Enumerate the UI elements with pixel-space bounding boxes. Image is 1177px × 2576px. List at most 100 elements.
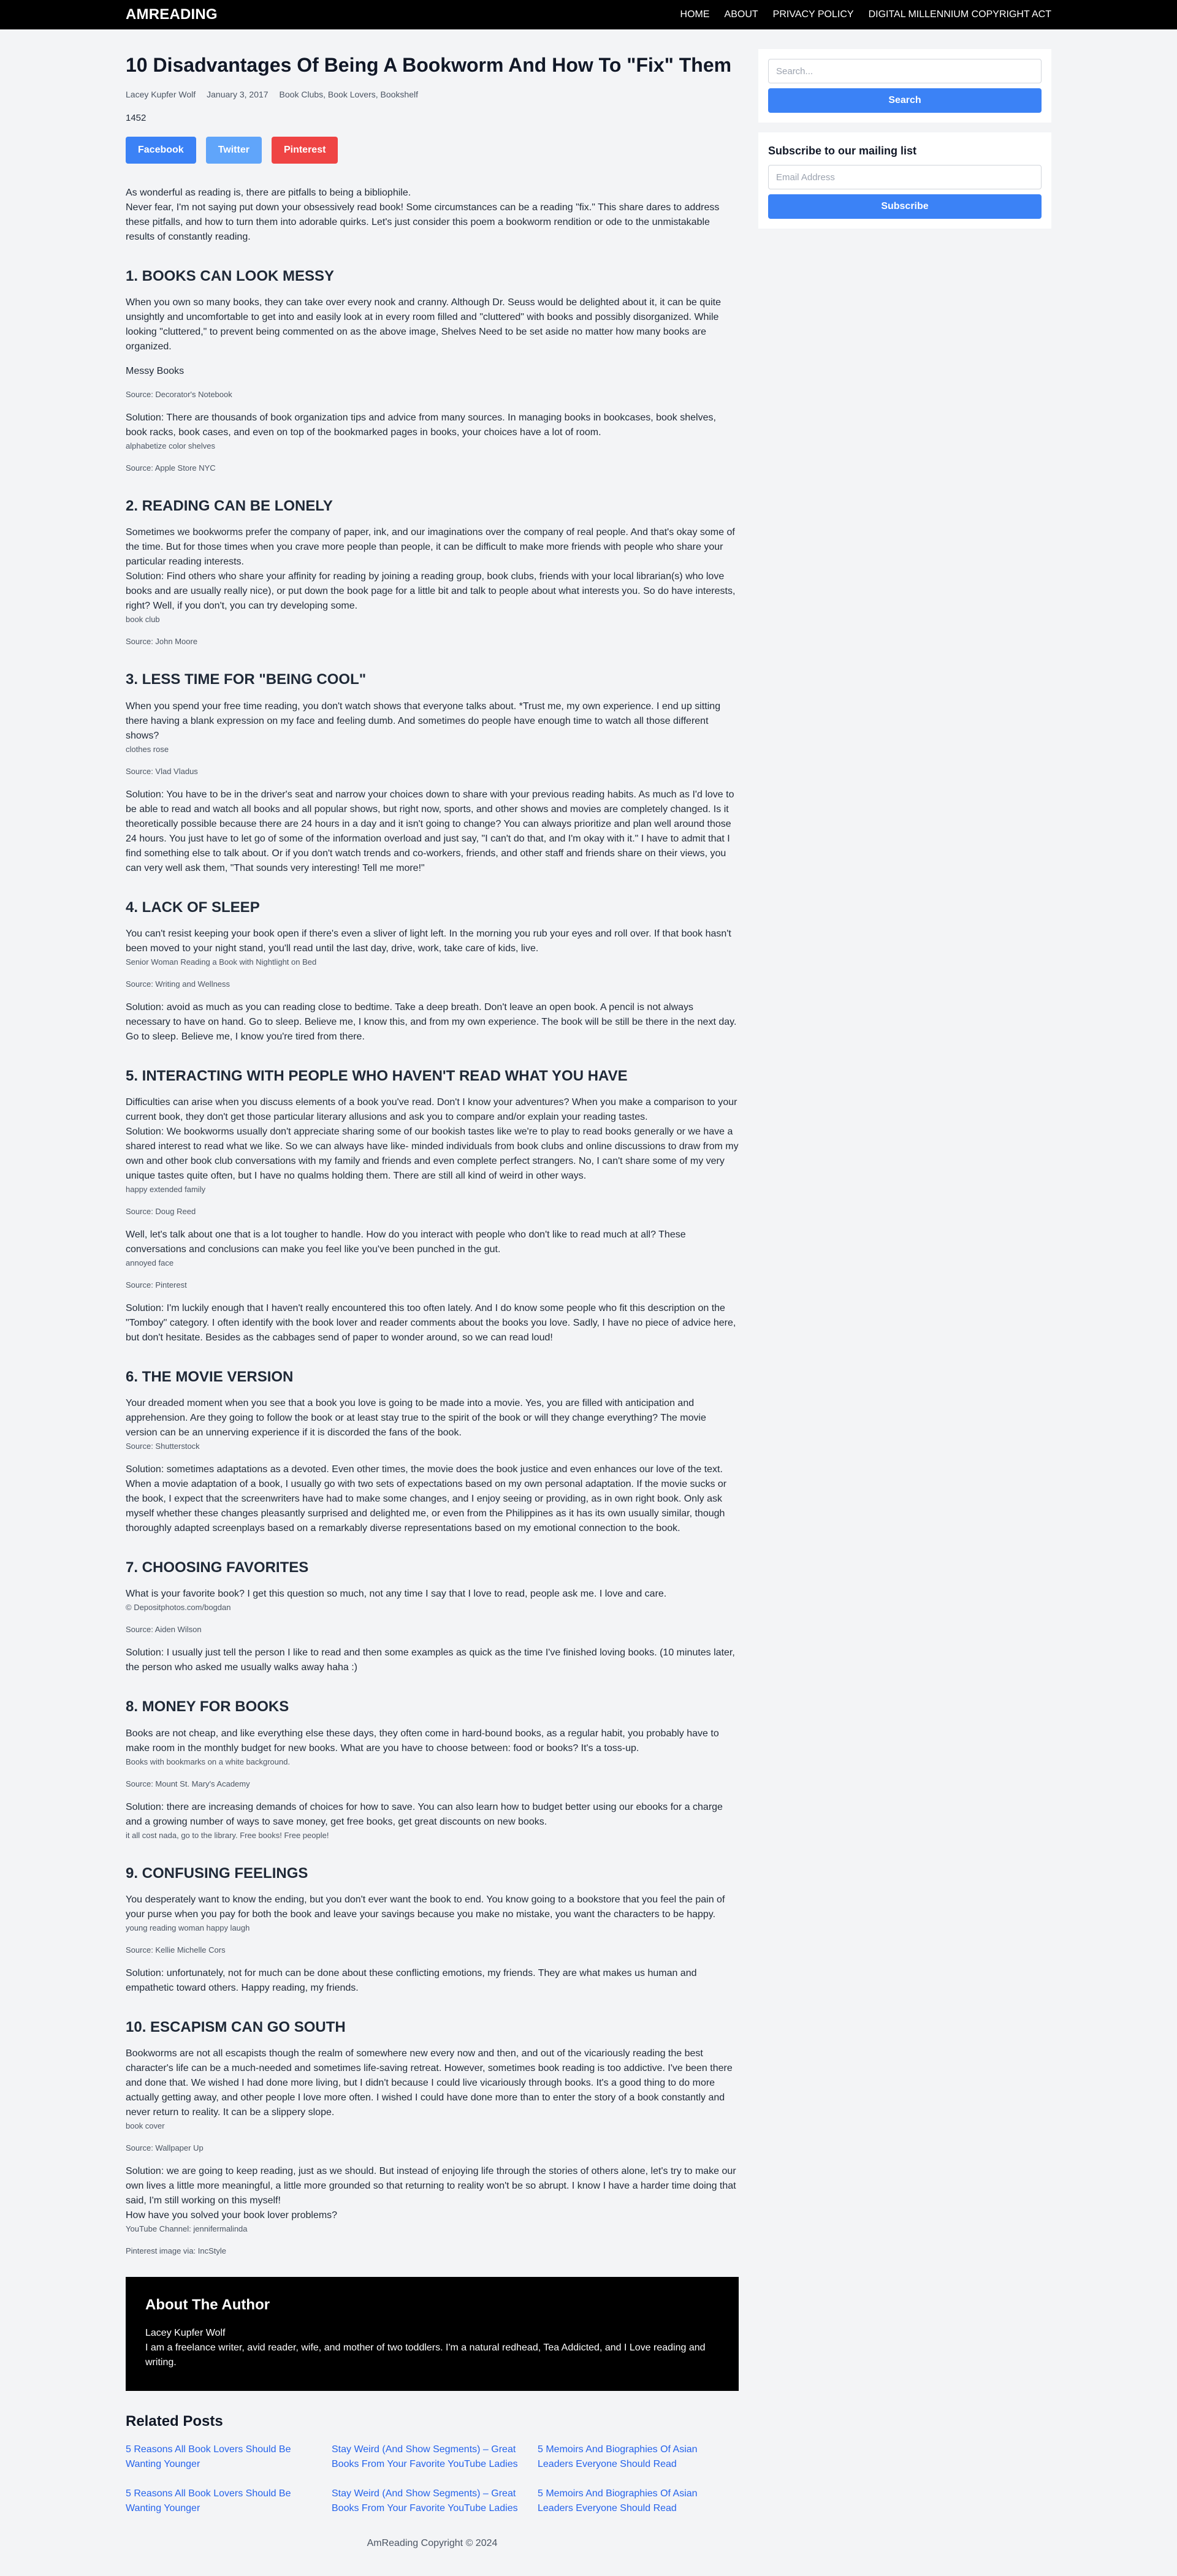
section-heading: 4. LACK OF SLEEP: [126, 899, 260, 916]
image-caption: happy extended family: [126, 1184, 206, 1194]
image-source: Source: Mount St. Mary's Academy: [126, 1779, 250, 1788]
main-nav: HOME ABOUT PRIVACY POLICY DIGITAL MILLEN…: [680, 9, 1051, 20]
nav-dmca[interactable]: DIGITAL MILLENNIUM COPYRIGHT ACT: [869, 9, 1051, 20]
paragraph: Solution: I usually just tell the person…: [126, 1647, 735, 1673]
copyright-text: AmReading Copyright © 2024: [367, 2537, 498, 2548]
paragraph: Your dreaded moment when you see that a …: [126, 1398, 706, 1438]
main-content: 10 Disadvantages Of Being A Bookworm And…: [126, 49, 739, 2576]
article-date: January 3, 2017: [207, 89, 269, 99]
image-caption: book club: [126, 615, 160, 625]
paragraph: Solution: You have to be in the driver's…: [126, 789, 734, 873]
paragraph: What is your favorite book? I get this q…: [126, 1589, 667, 1600]
image-source: Source: Apple Store NYC: [126, 463, 216, 473]
related-posts: Related Posts 5 Reasons All Book Lovers …: [126, 2413, 739, 2516]
search-widget: Search: [758, 49, 1051, 123]
section-heading: 7. CHOOSING FAVORITES: [126, 1559, 309, 1576]
intro-paragraph: Never fear, I'm not saying put down your…: [126, 202, 720, 242]
image-source: Source: Aiden Wilson: [126, 1625, 202, 1635]
related-post-link[interactable]: Stay Weird (And Show Segments) – Great B…: [332, 2487, 528, 2516]
section-heading: 6. THE MOVIE VERSION: [126, 1368, 294, 1385]
nav-privacy-policy[interactable]: PRIVACY POLICY: [773, 9, 854, 20]
nav-about[interactable]: ABOUT: [725, 9, 758, 20]
email-field[interactable]: [768, 165, 1042, 189]
image-caption: book cover: [126, 2121, 165, 2130]
paragraph: Solution: We bookworms usually don't app…: [126, 1126, 739, 1181]
image-source: Source: Shutterstock: [126, 1442, 200, 1451]
author-bio: I am a freelance writer, avid reader, wi…: [145, 2342, 706, 2368]
site-footer: AmReading Copyright © 2024: [126, 2516, 739, 2576]
paragraph: Solution: sometimes adaptations as a dev…: [126, 1464, 727, 1534]
about-author-box: About The Author Lacey Kupfer Wolf I am …: [126, 2276, 739, 2391]
section-heading: 3. LESS TIME FOR "BEING COOL": [126, 671, 367, 688]
article-body: As wonderful as reading is, there are pi…: [126, 186, 739, 2257]
paragraph: Messy Books: [126, 366, 185, 377]
image-source: Source: Wallpaper Up: [126, 2143, 204, 2152]
paragraph: When you own so many books, they can tak…: [126, 297, 721, 352]
paragraph: You can't resist keeping your book open …: [126, 928, 731, 954]
image-caption: Senior Woman Reading a Book with Nightli…: [126, 957, 317, 967]
paragraph: Solution: avoid as much as you can readi…: [126, 1001, 737, 1042]
paragraph: Solution: I'm luckily enough that I have…: [126, 1302, 736, 1343]
related-post-link[interactable]: Stay Weird (And Show Segments) – Great B…: [332, 2442, 528, 2472]
paragraph: Solution: There are thousands of book or…: [126, 412, 716, 438]
site-header: AMREADING HOME ABOUT PRIVACY POLICY DIGI…: [0, 0, 1177, 29]
nav-home[interactable]: HOME: [680, 9, 710, 20]
related-post-link[interactable]: 5 Memoirs And Biographies Of Asian Leade…: [538, 2487, 734, 2516]
section-heading: 2. READING CAN BE LONELY: [126, 498, 333, 515]
image-source: Source: Pinterest: [126, 1280, 187, 1290]
image-source: Pinterest image via: IncStyle: [126, 2246, 227, 2255]
paragraph: Well, let's talk about one that is a lot…: [126, 1229, 686, 1255]
about-author-heading: About The Author: [145, 2296, 270, 2313]
section-heading: 9. CONFUSING FEELINGS: [126, 1864, 308, 1882]
image-source: Source: Writing and Wellness: [126, 979, 230, 989]
image-source: Source: John Moore: [126, 637, 198, 647]
image-source: Source: Kellie Michelle Cors: [126, 1945, 226, 1955]
image-caption: annoyed face: [126, 1258, 174, 1267]
image-caption: it all cost nada, go to the library. Fre…: [126, 1830, 329, 1840]
intro-line: As wonderful as reading is, there are pi…: [126, 188, 411, 198]
paragraph: Bookworms are not all escapists though t…: [126, 2048, 733, 2118]
author-link[interactable]: Lacey Kupfer Wolf: [126, 89, 196, 99]
image-caption: Books with bookmarks on a white backgrou…: [126, 1757, 291, 1766]
section-heading: 10. ESCAPISM CAN GO SOUTH: [126, 2018, 346, 2035]
paragraph: When you spend your free time reading, y…: [126, 701, 721, 741]
paragraph: Sometimes we bookworms prefer the compan…: [126, 527, 735, 568]
mailing-list-heading: Subscribe to our mailing list: [768, 145, 917, 157]
paragraph: Books are not cheap, and like everything…: [126, 1728, 719, 1753]
share-facebook-button[interactable]: Facebook: [126, 137, 196, 164]
share-pinterest-button[interactable]: Pinterest: [271, 137, 338, 164]
image-caption: alphabetize color shelves: [126, 441, 215, 451]
image-caption: YouTube Channel: jennifermalinda: [126, 2224, 248, 2233]
article-title: 10 Disadvantages Of Being A Bookworm And…: [126, 54, 732, 76]
paragraph: Solution: we are going to keep reading, …: [126, 2165, 736, 2206]
related-post-link[interactable]: 5 Reasons All Book Lovers Should Be Want…: [126, 2487, 322, 2516]
image-caption: clothes rose: [126, 744, 169, 754]
author-name: Lacey Kupfer Wolf: [145, 2327, 226, 2338]
view-count: 1452: [126, 113, 147, 123]
image-source: Source: Doug Reed: [126, 1206, 196, 1216]
image-source: Source: Decorator's Notebook: [126, 390, 232, 400]
paragraph: Solution: Find others who share your aff…: [126, 571, 736, 612]
subscribe-button[interactable]: Subscribe: [768, 194, 1042, 219]
search-input[interactable]: [768, 59, 1042, 83]
paragraph: Solution: there are increasing demands o…: [126, 1801, 723, 1827]
site-logo[interactable]: AMREADING: [126, 6, 218, 23]
paragraph: You desperately want to know the ending,…: [126, 1894, 725, 1920]
search-button[interactable]: Search: [768, 88, 1042, 113]
paragraph: Difficulties can arise when you discuss …: [126, 1096, 737, 1122]
article-categories[interactable]: Book Clubs, Book Lovers, Bookshelf: [280, 89, 418, 99]
section-heading: 1. BOOKS CAN LOOK MESSY: [126, 268, 335, 284]
image-caption: © Depositphotos.com/bogdan: [126, 1603, 231, 1613]
related-posts-heading: Related Posts: [126, 2412, 223, 2430]
paragraph: How have you solved your book lover prob…: [126, 2209, 338, 2221]
related-post-link[interactable]: 5 Memoirs And Biographies Of Asian Leade…: [538, 2442, 734, 2472]
image-caption: young reading woman happy laugh: [126, 1923, 250, 1932]
share-buttons: Facebook Twitter Pinterest: [126, 137, 739, 164]
article-meta: Lacey Kupfer Wolf January 3, 2017 Book C…: [126, 89, 739, 99]
paragraph: Solution: unfortunately, not for much ca…: [126, 1967, 697, 1993]
sidebar: Search Subscribe to our mailing list Sub…: [758, 49, 1051, 2576]
image-source: Source: Vlad Vladus: [126, 766, 198, 776]
share-twitter-button[interactable]: Twitter: [205, 137, 262, 164]
related-post-link[interactable]: 5 Reasons All Book Lovers Should Be Want…: [126, 2442, 322, 2472]
section-heading: 5. INTERACTING WITH PEOPLE WHO HAVEN'T R…: [126, 1067, 628, 1084]
